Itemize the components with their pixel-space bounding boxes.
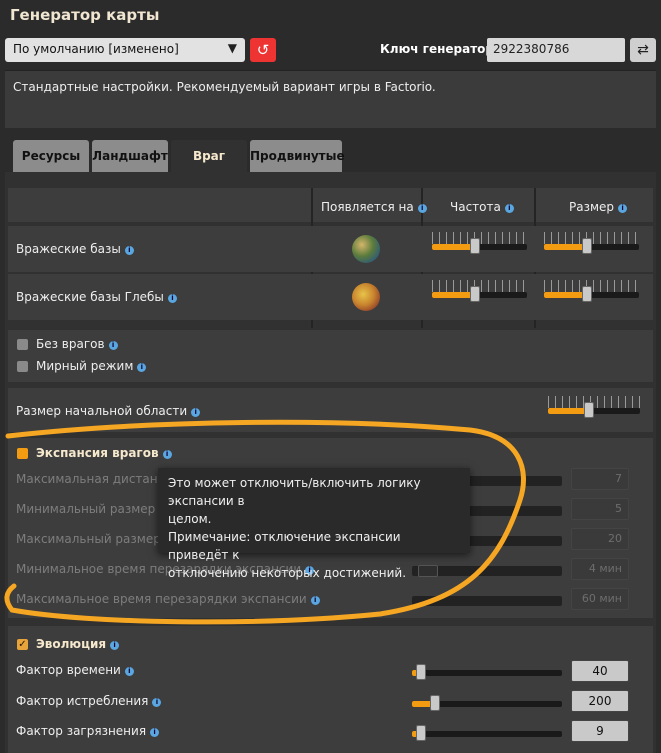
evolution-pollution-slider[interactable] [412,719,562,745]
info-icon[interactable]: i [150,728,160,737]
info-icon[interactable]: i [110,641,120,650]
evolution-setting-label: Фактор загрязнения i [16,724,160,738]
info-icon[interactable]: i [124,667,134,676]
evolution-destroy-slider[interactable] [412,689,562,715]
info-icon[interactable]: i [152,698,162,707]
evolution-setting-value[interactable]: 9 [571,720,629,742]
evolution-setting-value[interactable]: 40 [571,660,629,682]
evolution-setting-label: Фактор времени i [16,663,134,677]
evolution-time-slider[interactable] [412,658,562,684]
evolution-setting-label: Фактор истребления i [16,694,162,708]
evolution-label: Эволюция i [36,637,120,651]
evolution-checkbox[interactable]: ✓ [17,639,28,650]
evolution-setting-value[interactable]: 200 [571,690,629,712]
